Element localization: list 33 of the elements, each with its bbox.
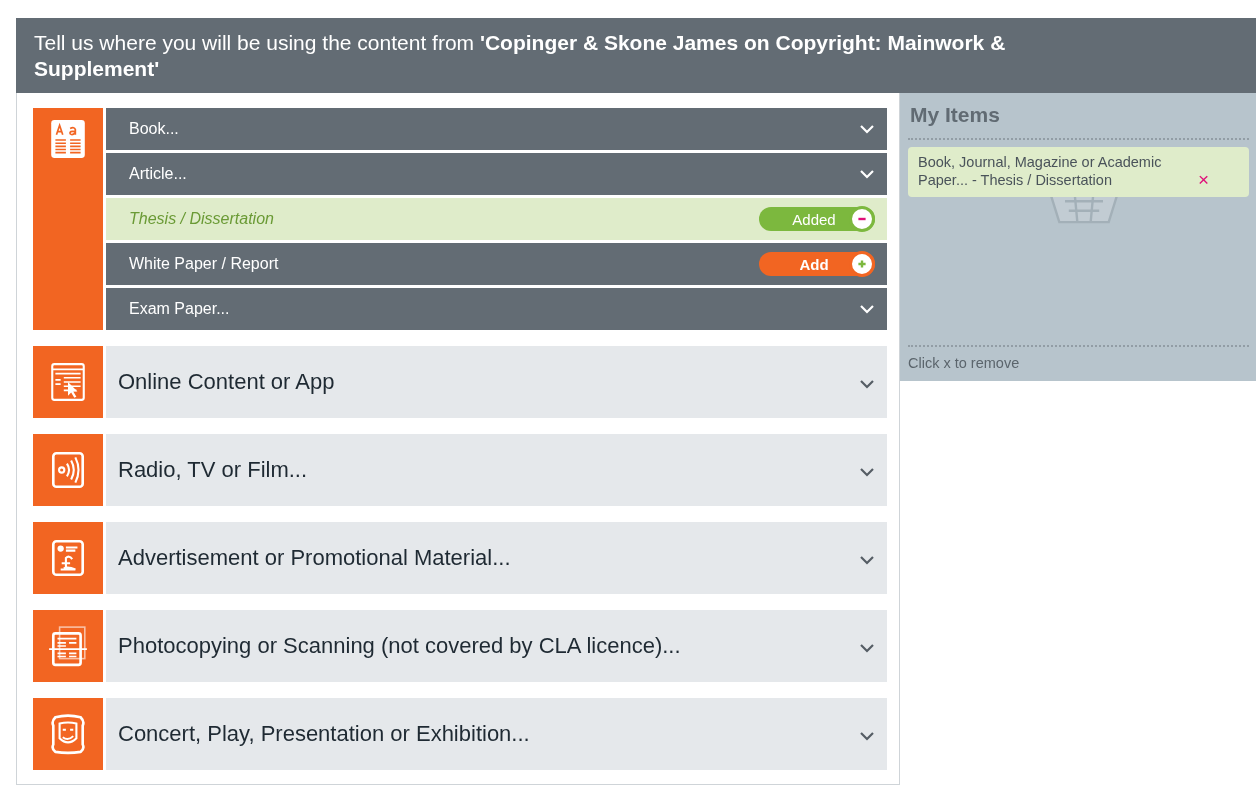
- chevron-down-icon[interactable]: [859, 467, 875, 477]
- category-label: Advertisement or Promotional Material...: [118, 545, 511, 571]
- category-label: Photocopying or Scanning (not covered by CLA licence)...: [118, 633, 681, 659]
- plus-icon: [856, 258, 868, 270]
- chevron-down-icon[interactable]: [859, 731, 875, 741]
- category-row[interactable]: Photocopying or Scanning (not covered by CLA licence)...: [106, 610, 887, 682]
- my-items-title: My Items: [908, 93, 1249, 140]
- subcategory-label: Article...: [129, 165, 187, 183]
- subcategory-row[interactable]: Exam Paper...: [106, 288, 887, 330]
- chevron-down-icon[interactable]: [859, 555, 875, 565]
- selected-item-text: Book, Journal, Magazine or Academic Paper... - Thesis / Dissertation: [918, 153, 1163, 189]
- subcategory-label: Thesis / Dissertation: [129, 210, 274, 228]
- subcategory-row[interactable]: Book...: [106, 108, 887, 150]
- chevron-down-icon[interactable]: [859, 643, 875, 653]
- subcategory-label: Book...: [129, 120, 179, 138]
- header-title: Tell us where you will be using the content from 'Copinger & Skone James on Copyright: Mainwork & Supplement': [34, 30, 1007, 82]
- remove-hint: Click x to remove: [908, 345, 1249, 381]
- scanner-icon: [47, 625, 89, 667]
- category-label: Radio, TV or Film...: [118, 457, 308, 483]
- subcategory-row[interactable]: Article...: [106, 153, 887, 195]
- category-label: Online Content or App: [118, 369, 335, 395]
- remove-button[interactable]: ×: [1198, 171, 1210, 189]
- chevron-down-icon[interactable]: [859, 379, 875, 389]
- category-row[interactable]: Concert, Play, Presentation or Exhibition...: [106, 698, 887, 770]
- category-row[interactable]: Radio, TV or Film...: [106, 434, 887, 506]
- add-button[interactable]: Add: [759, 252, 875, 276]
- subcategory-label: Exam Paper...: [129, 300, 230, 318]
- category-label: Concert, Play, Presentation or Exhibition...: [118, 721, 530, 747]
- subcategory-label: White Paper / Report: [129, 255, 279, 273]
- category-row[interactable]: Advertisement or Promotional Material...: [106, 522, 887, 594]
- subcategory-row[interactable]: White Paper / Report Add: [106, 243, 887, 285]
- subcategory-row[interactable]: Thesis / Dissertation Added: [106, 198, 887, 240]
- category-row[interactable]: Online Content or App: [106, 346, 887, 418]
